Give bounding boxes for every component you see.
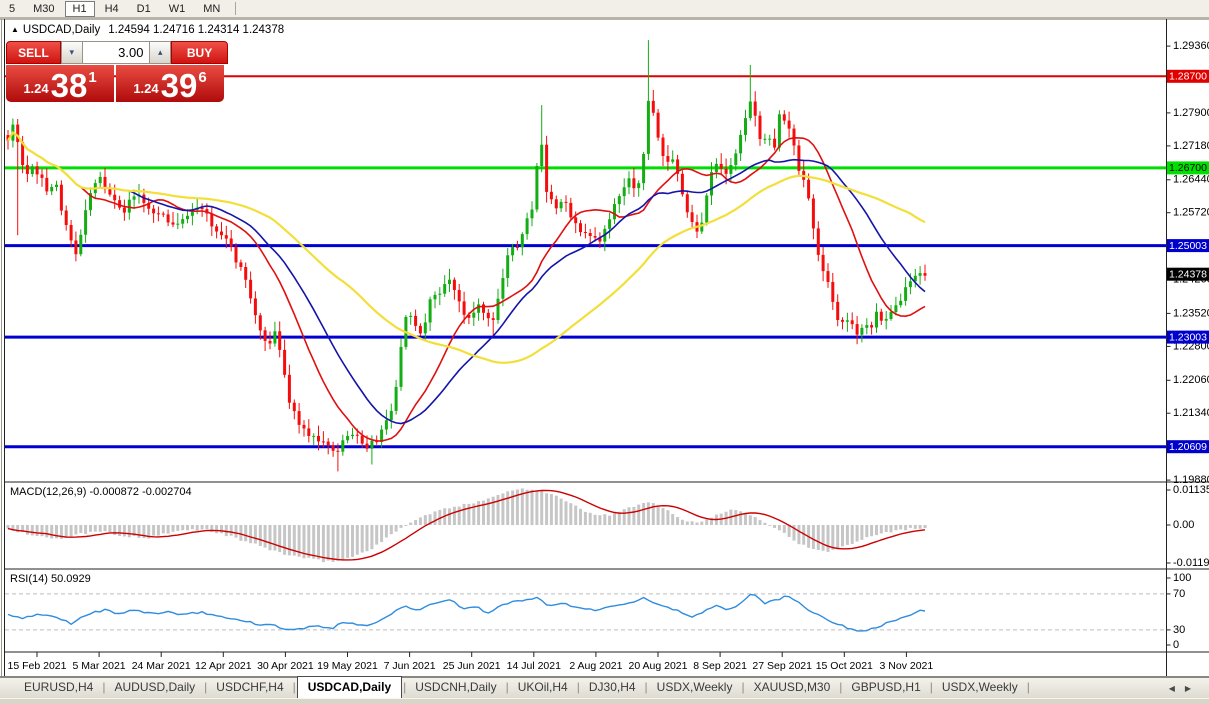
- svg-text:7 Jun 2021: 7 Jun 2021: [384, 660, 436, 672]
- svg-text:14 Jul 2021: 14 Jul 2021: [507, 660, 561, 672]
- buy-price-big-digits: 39: [161, 72, 198, 100]
- svg-text:1.23520: 1.23520: [1173, 307, 1209, 319]
- buy-price-display[interactable]: 1.24 39 6: [116, 65, 224, 102]
- trading-terminal-window: 5M30H1H4D1W1MN 1.293601.286401.279001.27…: [0, 0, 1209, 704]
- svg-text:1.20609: 1.20609: [1169, 441, 1207, 453]
- timeframe-button-5[interactable]: 5: [1, 1, 23, 17]
- svg-text:1.22060: 1.22060: [1173, 374, 1209, 386]
- chart-tab-usdcnh-daily-4[interactable]: USDCNH,Daily: [407, 677, 504, 698]
- price-axis-badges: 1.28700 1.26700 1.25003 1.24378 1.23003 1.206…: [1167, 70, 1209, 453]
- timeframe-button-m30[interactable]: M30: [25, 1, 62, 17]
- buy-price-pip-digit: 6: [198, 69, 206, 86]
- volume-decrease-button[interactable]: ▾: [61, 41, 83, 64]
- tab-scroll-left-icon[interactable]: ◀: [1169, 684, 1185, 693]
- svg-text:5 Mar 2021: 5 Mar 2021: [73, 660, 126, 672]
- chevron-up-icon: ▴: [158, 47, 163, 58]
- svg-text:8 Sep 2021: 8 Sep 2021: [693, 660, 747, 672]
- chart-tab-usdchf-h4-2[interactable]: USDCHF,H4: [208, 677, 291, 698]
- sell-price-display[interactable]: 1.24 38 1: [6, 65, 114, 102]
- svg-text:70: 70: [1173, 588, 1185, 600]
- status-bar: [0, 698, 1209, 704]
- timeframe-button-d1[interactable]: D1: [129, 1, 159, 17]
- svg-text:1.23003: 1.23003: [1169, 331, 1207, 343]
- svg-text:24 Mar 2021: 24 Mar 2021: [132, 660, 191, 672]
- svg-text:15 Oct 2021: 15 Oct 2021: [816, 660, 873, 672]
- tab-separator: |: [1026, 680, 1031, 698]
- svg-text:30 Apr 2021: 30 Apr 2021: [257, 660, 314, 672]
- svg-text:12 Apr 2021: 12 Apr 2021: [195, 660, 252, 672]
- chart-tab-usdcad-daily-3[interactable]: USDCAD,Daily: [297, 676, 402, 699]
- volume-increase-button[interactable]: ▴: [149, 41, 171, 64]
- svg-text:1.28700: 1.28700: [1169, 71, 1207, 83]
- svg-text:1.24378: 1.24378: [1169, 268, 1207, 280]
- one-click-trading-panel: SELL ▾ 3.00 ▴ BUY 1.24 38 1 1.24 39 6: [6, 41, 228, 102]
- collapse-triangle-icon[interactable]: ▲: [11, 25, 19, 34]
- chart-ohlc-values: 1.24594 1.24716 1.24314 1.24378: [108, 24, 284, 36]
- rsi-label: RSI(14) 50.0929: [10, 573, 91, 585]
- symbol-tab-bar: EURUSD,H4|AUDUSD,Daily|USDCHF,H4|USDCAD,…: [0, 677, 1209, 698]
- svg-text:25 Jun 2021: 25 Jun 2021: [443, 660, 501, 672]
- svg-text:20 Aug 2021: 20 Aug 2021: [629, 660, 688, 672]
- tab-scroll-arrows: ◀▶: [1169, 684, 1201, 693]
- timeframe-button-w1[interactable]: W1: [161, 1, 194, 17]
- svg-text:100: 100: [1173, 572, 1191, 584]
- svg-text:0.01135: 0.01135: [1173, 484, 1209, 496]
- chart-tab-eurusd-h4-0[interactable]: EURUSD,H4: [16, 677, 101, 698]
- chart-tab-gbpusd-h1-9[interactable]: GBPUSD,H1: [843, 677, 928, 698]
- svg-text:-0.011904: -0.011904: [1173, 557, 1209, 569]
- tab-scroll-right-icon[interactable]: ▶: [1185, 684, 1201, 693]
- buy-price-prefix: 1.24: [133, 81, 158, 96]
- svg-text:1.27180: 1.27180: [1173, 140, 1209, 152]
- price-axis[interactable]: 1.293601.286401.279001.271801.264401.257…: [1167, 40, 1209, 486]
- sell-price-prefix: 1.24: [23, 81, 48, 96]
- chart-tab-usdx-weekly-10[interactable]: USDX,Weekly: [934, 677, 1026, 698]
- date-axis[interactable]: 15 Feb 2021 5 Mar 2021 24 Mar 2021 12 Apr 2…: [8, 652, 934, 672]
- macd-label: MACD(12,26,9) -0.000872 -0.002704: [10, 486, 192, 498]
- timeframe-button-h1[interactable]: H1: [65, 1, 95, 17]
- svg-text:0.00: 0.00: [1173, 519, 1194, 531]
- svg-text:15 Feb 2021: 15 Feb 2021: [8, 660, 67, 672]
- volume-input[interactable]: 3.00: [83, 41, 150, 64]
- chart-tab-audusd-daily-1[interactable]: AUDUSD,Daily: [106, 677, 203, 698]
- chart-tab-ukoil-h4-5[interactable]: UKOil,H4: [510, 677, 576, 698]
- svg-text:1.25003: 1.25003: [1169, 240, 1207, 252]
- buy-button[interactable]: BUY: [171, 41, 228, 64]
- chevron-down-icon: ▾: [70, 47, 75, 58]
- chart-canvas[interactable]: 1.293601.286401.279001.271801.264401.257…: [0, 18, 1209, 677]
- svg-text:1.26440: 1.26440: [1173, 174, 1209, 186]
- svg-text:30: 30: [1173, 624, 1185, 636]
- chart-tab-usdx-weekly-7[interactable]: USDX,Weekly: [649, 677, 741, 698]
- svg-text:1.26700: 1.26700: [1169, 162, 1207, 174]
- chart-tab-xauusd-m30-8[interactable]: XAUUSD,M30: [746, 677, 839, 698]
- chart-title: ▲ USDCAD,Daily 1.24594 1.24716 1.24314 1.2…: [11, 24, 284, 36]
- svg-text:0: 0: [1173, 639, 1179, 651]
- rsi-panel-area[interactable]: [5, 571, 1167, 651]
- timeframe-button-h4[interactable]: H4: [97, 1, 127, 17]
- sell-price-pip-digit: 1: [88, 69, 96, 86]
- chart-tab-dj30-h4-6[interactable]: DJ30,H4: [581, 677, 644, 698]
- svg-text:1.27900: 1.27900: [1173, 107, 1209, 119]
- timeframe-toolbar: 5M30H1H4D1W1MN: [0, 0, 1209, 18]
- sell-button[interactable]: SELL: [6, 41, 61, 64]
- svg-text:19 May 2021: 19 May 2021: [317, 660, 378, 672]
- svg-text:1.21340: 1.21340: [1173, 407, 1209, 419]
- svg-text:27 Sep 2021: 27 Sep 2021: [752, 660, 812, 672]
- indicator-axes[interactable]: 0.01135 0.00 -0.011904 100 70 30 0: [1167, 484, 1209, 651]
- svg-text:1.29360: 1.29360: [1173, 40, 1209, 52]
- sell-price-big-digits: 38: [51, 72, 88, 100]
- svg-text:2 Aug 2021: 2 Aug 2021: [569, 660, 622, 672]
- toolbar-separator: [235, 2, 236, 15]
- chart-symbol-label: USDCAD,Daily: [23, 24, 100, 36]
- timeframe-button-mn[interactable]: MN: [195, 1, 228, 17]
- svg-text:1.25720: 1.25720: [1173, 207, 1209, 219]
- svg-text:3 Nov 2021: 3 Nov 2021: [880, 660, 934, 672]
